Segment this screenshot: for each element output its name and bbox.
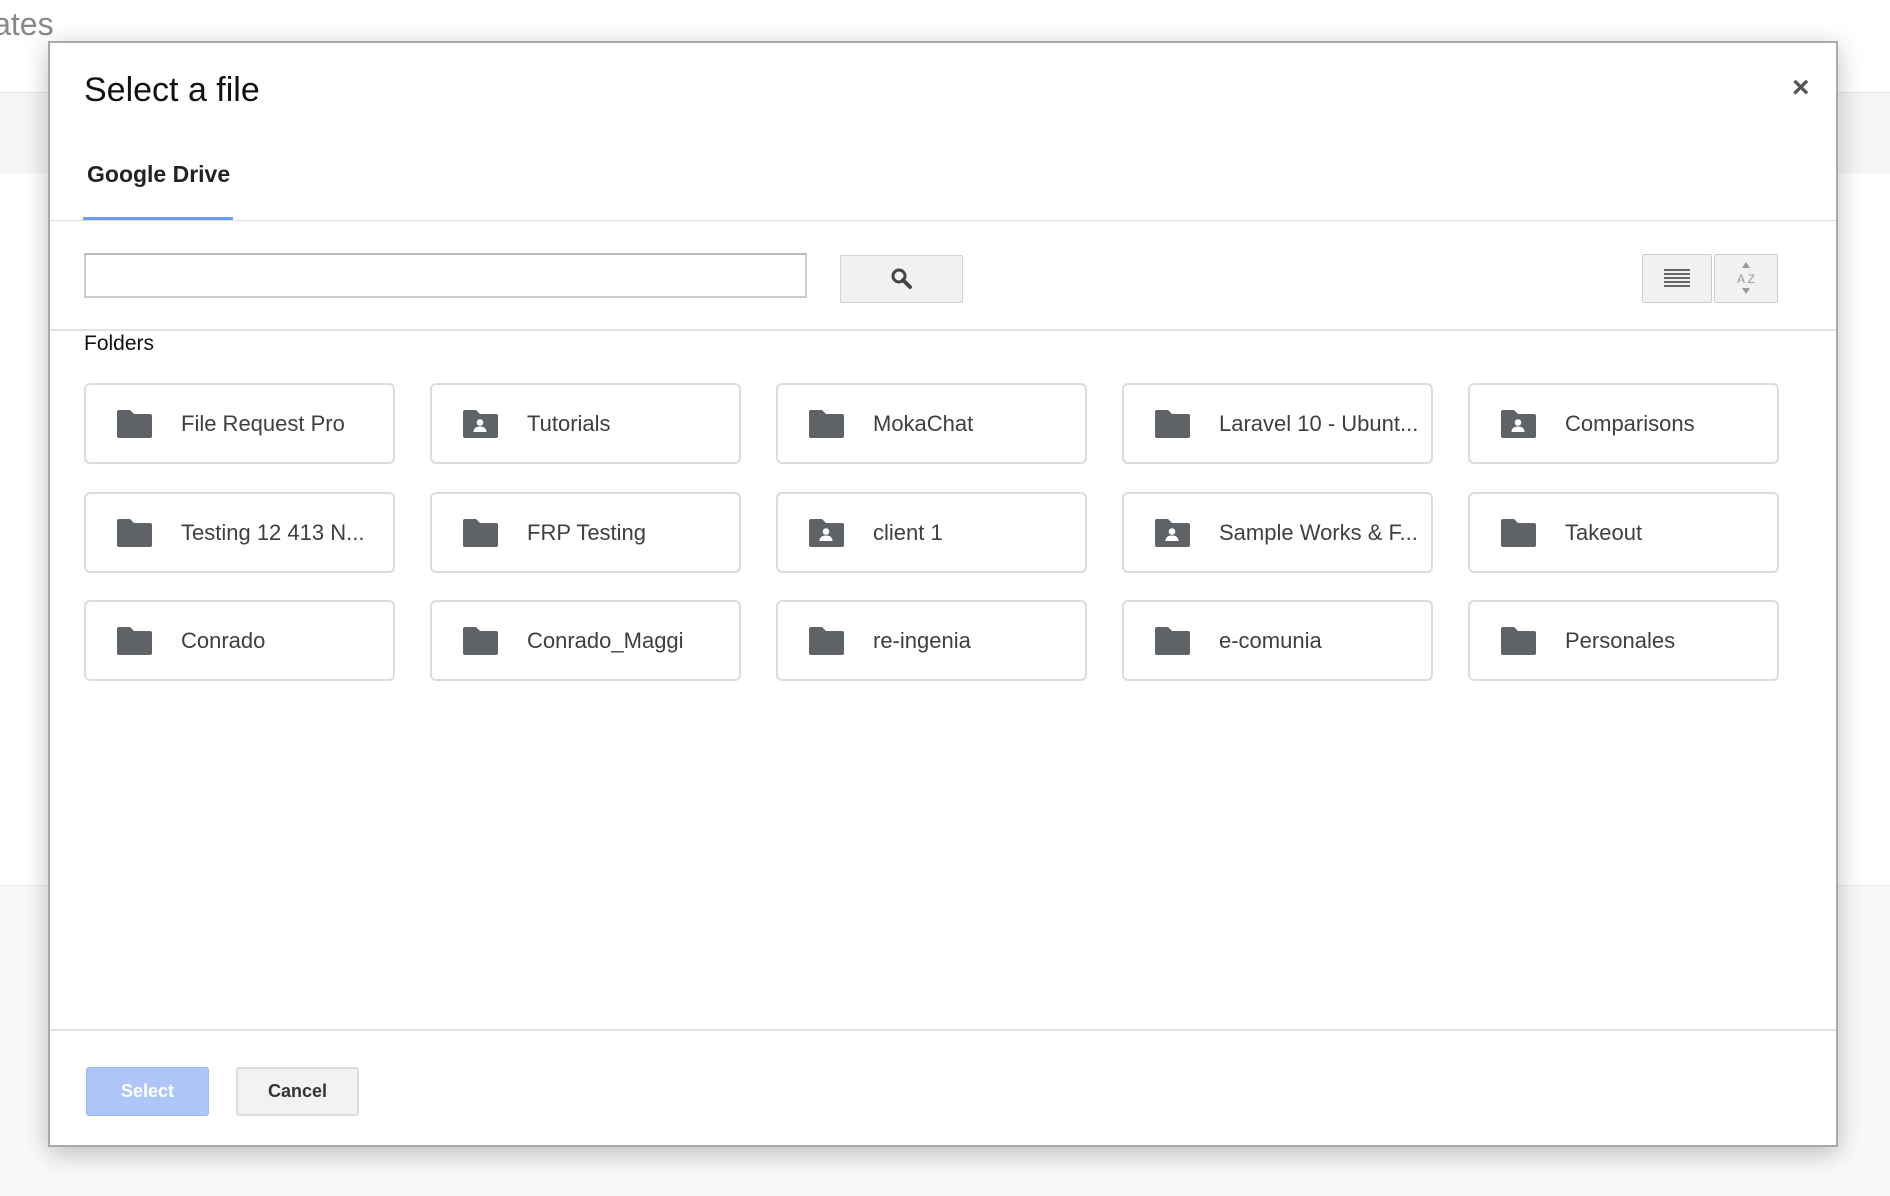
toolbar-divider xyxy=(50,329,1836,331)
folder-card[interactable]: Conrado_Maggi xyxy=(430,600,741,681)
folder-icon xyxy=(809,410,844,438)
svg-text:A Z: A Z xyxy=(1737,272,1755,286)
folder-name: Personales xyxy=(1565,628,1676,653)
folder-name: Conrado_Maggi xyxy=(527,628,684,653)
folder-name: Takeout xyxy=(1565,519,1643,545)
folder-card[interactable]: e-comunia xyxy=(1122,600,1433,681)
folder-name: Laravel 10 - Ubunt... xyxy=(1219,411,1419,436)
folder-card[interactable]: re-ingenia xyxy=(776,600,1087,681)
folder-icon xyxy=(463,518,498,547)
folder-name: re-ingenia xyxy=(873,628,971,653)
folder-name: File Request Pro xyxy=(181,411,345,436)
folder-name: client 1 xyxy=(873,519,943,545)
sort-button[interactable]: A Z xyxy=(1714,254,1778,303)
folder-icon xyxy=(117,518,152,547)
folder-name: Comparisons xyxy=(1565,411,1695,436)
folder-card[interactable]: Testing 12 413 N... xyxy=(84,491,395,573)
folder-name: Tutorials xyxy=(527,411,611,436)
folder-name: e-comunia xyxy=(1219,628,1322,653)
folder-card[interactable]: Comparisons xyxy=(1468,383,1779,464)
folder-card[interactable]: File Request Pro xyxy=(84,383,395,464)
footer-divider xyxy=(50,1029,1836,1031)
dialog-title: Select a file xyxy=(84,71,260,109)
search-button[interactable] xyxy=(840,255,963,303)
folder-card[interactable]: FRP Testing xyxy=(430,491,741,573)
file-picker-dialog: Select a file × Google Drive A Z Folders… xyxy=(48,41,1838,1147)
list-view-icon xyxy=(1664,269,1690,287)
search-icon xyxy=(891,268,912,289)
cancel-button[interactable]: Cancel xyxy=(236,1067,359,1116)
folder-icon xyxy=(809,627,844,655)
folder-icon xyxy=(1155,410,1190,438)
tab-label: Google Drive xyxy=(87,161,231,187)
header-divider xyxy=(50,220,1836,221)
folder-icon xyxy=(117,627,152,655)
folders-heading: Folders xyxy=(84,332,155,355)
select-button[interactable]: Select xyxy=(86,1067,209,1116)
folder-card[interactable]: Laravel 10 - Ubunt... xyxy=(1122,383,1433,464)
list-view-button[interactable] xyxy=(1642,254,1712,303)
folder-name: MokaChat xyxy=(873,411,974,436)
folder-name: Testing 12 413 N... xyxy=(181,519,365,545)
search-input[interactable] xyxy=(84,253,807,298)
folder-card[interactable]: Tutorials xyxy=(430,383,741,464)
background-page-title: lates xyxy=(0,6,54,42)
close-icon[interactable]: × xyxy=(1792,73,1810,103)
folder-icon xyxy=(1155,627,1190,655)
shared-folder-icon xyxy=(809,518,844,547)
folder-card[interactable]: Personales xyxy=(1468,600,1779,681)
shared-folder-icon xyxy=(1501,410,1536,438)
sort-az-icon: A Z xyxy=(1737,262,1755,294)
folder-card[interactable]: client 1 xyxy=(776,491,1087,573)
shared-folder-icon xyxy=(1155,518,1190,547)
folder-name: Conrado xyxy=(181,628,266,653)
folder-icon xyxy=(463,627,498,655)
folder-name: Sample Works & F... xyxy=(1219,519,1418,545)
folder-icon xyxy=(117,410,152,438)
tab-google-drive[interactable]: Google Drive xyxy=(83,161,233,220)
folder-icon xyxy=(1501,627,1536,655)
folder-card[interactable]: Conrado xyxy=(84,600,395,681)
folder-card[interactable]: Sample Works & F... xyxy=(1122,491,1433,573)
folder-card[interactable]: Takeout xyxy=(1468,491,1779,573)
shared-folder-icon xyxy=(463,410,498,438)
folder-card[interactable]: MokaChat xyxy=(776,383,1087,464)
folder-name: FRP Testing xyxy=(527,519,647,545)
folder-icon xyxy=(1501,518,1536,547)
